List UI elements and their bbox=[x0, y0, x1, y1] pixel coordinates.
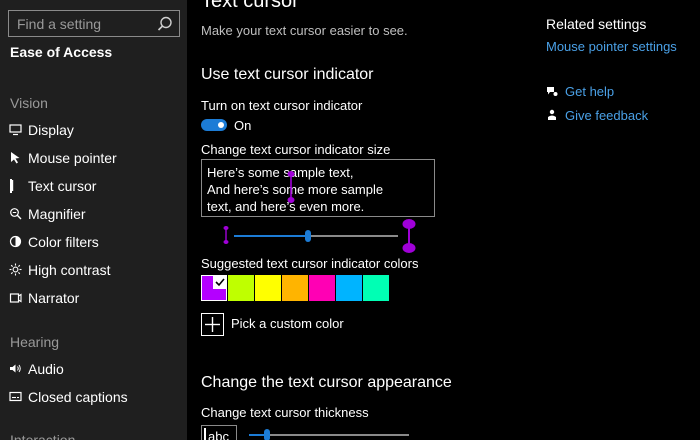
sidebar-item-label: Magnifier bbox=[28, 206, 86, 222]
monitor-icon bbox=[9, 124, 22, 136]
color-swatch[interactable] bbox=[363, 275, 389, 301]
custom-color-button[interactable] bbox=[201, 313, 224, 336]
sun-icon bbox=[9, 263, 22, 276]
toggle-label: Turn on text cursor indicator bbox=[201, 98, 363, 113]
page-description: Make your text cursor easier to see. bbox=[201, 23, 408, 38]
thickness-preview: abc bbox=[201, 425, 237, 440]
appearance-heading: Change the text cursor appearance bbox=[201, 374, 452, 391]
size-label: Change text cursor indicator size bbox=[201, 142, 391, 157]
indicator-toggle[interactable] bbox=[201, 119, 227, 131]
page-title: Text cursor bbox=[201, 0, 299, 12]
sidebar-item-audio[interactable]: Audio bbox=[0, 355, 187, 383]
sidebar-item-label: Closed captions bbox=[28, 389, 128, 405]
color-swatch[interactable] bbox=[201, 275, 227, 301]
mouse-pointer-settings-link[interactable]: Mouse pointer settings bbox=[546, 39, 677, 54]
text-cursor-icon bbox=[11, 180, 14, 191]
color-swatch[interactable] bbox=[228, 275, 254, 301]
group-header-vision: Vision bbox=[10, 95, 48, 111]
plus-icon bbox=[205, 317, 220, 332]
search-icon[interactable] bbox=[156, 15, 174, 33]
toggle-state: On bbox=[234, 118, 252, 133]
sidebar-item-label: Audio bbox=[28, 361, 64, 377]
give-feedback-link[interactable]: Give feedback bbox=[565, 108, 648, 123]
color-swatch[interactable] bbox=[336, 275, 362, 301]
color-swatch[interactable] bbox=[282, 275, 308, 301]
narrator-icon bbox=[9, 293, 22, 303]
sidebar-item-display[interactable]: Display bbox=[0, 116, 187, 144]
size-slider-thumb[interactable] bbox=[305, 230, 311, 242]
sidebar-item-high-contrast[interactable]: High contrast bbox=[0, 256, 187, 284]
checkmark-icon bbox=[213, 275, 227, 289]
color-swatch[interactable] bbox=[255, 275, 281, 301]
colors-label: Suggested text cursor indicator colors bbox=[201, 256, 419, 271]
color-filters-icon bbox=[9, 235, 22, 248]
size-slider[interactable] bbox=[234, 226, 398, 246]
thickness-slider-thumb[interactable] bbox=[264, 429, 270, 440]
sidebar-item-text-cursor[interactable]: Text cursor bbox=[0, 172, 187, 200]
mouse-pointer-icon bbox=[11, 152, 20, 164]
sidebar-item-narrator[interactable]: Narrator bbox=[0, 284, 187, 312]
feedback-icon bbox=[548, 109, 556, 120]
sidebar-item-label: High contrast bbox=[28, 262, 111, 278]
sidebar-item-mouse-pointer[interactable]: Mouse pointer bbox=[0, 144, 187, 172]
speaker-icon bbox=[10, 364, 21, 373]
main-content: Text cursor Make your text cursor easier… bbox=[187, 0, 700, 440]
sidebar-item-label: Text cursor bbox=[28, 178, 97, 194]
custom-color-label[interactable]: Pick a custom color bbox=[231, 316, 344, 331]
thickness-sample-text: abc bbox=[208, 429, 229, 440]
closed-captions-icon bbox=[9, 391, 22, 402]
sidebar-item-label: Narrator bbox=[28, 290, 80, 306]
group-header-hearing: Hearing bbox=[10, 334, 60, 350]
size-slider-track bbox=[234, 230, 398, 242]
sidebar-item-magnifier[interactable]: Magnifier bbox=[0, 200, 187, 228]
size-slider-max-icon bbox=[402, 219, 416, 253]
sidebar-item-label: Mouse pointer bbox=[28, 150, 117, 166]
sidebar-item-label: Display bbox=[28, 122, 74, 138]
search-input[interactable]: Find a setting bbox=[17, 16, 101, 32]
magnifier-icon bbox=[10, 208, 22, 220]
sidebar-item-closed-captions[interactable]: Closed captions bbox=[0, 383, 187, 411]
cursor-indicator-preview bbox=[287, 171, 295, 203]
thickness-slider-track bbox=[249, 429, 409, 440]
sidebar: Find a setting Ease of Access Vision Dis… bbox=[0, 0, 187, 440]
toggle-knob bbox=[218, 122, 224, 128]
thickness-slider[interactable] bbox=[249, 427, 409, 440]
sidebar-item-color-filters[interactable]: Color filters bbox=[0, 228, 187, 256]
color-swatch[interactable] bbox=[309, 275, 335, 301]
sidebar-item-label: Color filters bbox=[28, 234, 99, 250]
section-title[interactable]: Ease of Access bbox=[10, 44, 112, 60]
search-box[interactable]: Find a setting bbox=[8, 10, 180, 37]
sample-text-box: Here’s some sample text, And here’s some… bbox=[201, 159, 435, 217]
sample-line-1: Here’s some sample text, bbox=[207, 165, 354, 180]
help-icon bbox=[547, 87, 558, 96]
get-help-link[interactable]: Get help bbox=[565, 84, 614, 99]
related-settings-heading: Related settings bbox=[546, 16, 647, 32]
group-header-interaction: Interaction bbox=[10, 432, 76, 440]
thickness-label: Change text cursor thickness bbox=[201, 405, 369, 420]
thickness-cursor-preview bbox=[204, 428, 206, 440]
indicator-heading: Use text cursor indicator bbox=[201, 66, 374, 83]
